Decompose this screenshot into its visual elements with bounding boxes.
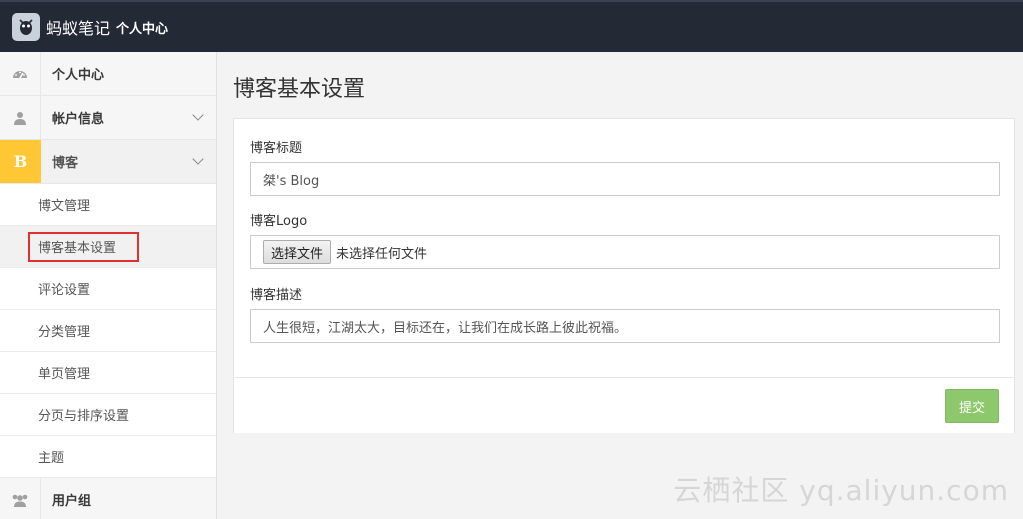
sidebar-subitem-paging[interactable]: 分页与排序设置: [0, 394, 216, 436]
blog-title-input[interactable]: 桀's Blog: [250, 162, 1000, 196]
sidebar-item-personal-center[interactable]: 个人中心: [0, 52, 216, 96]
sidebar-item-label: 帐户信息: [52, 112, 105, 127]
blog-b-icon: B: [0, 140, 41, 183]
dashboard-icon: [0, 52, 41, 95]
user-icon: [0, 96, 41, 139]
blog-title-value: 桀's Blog: [263, 173, 320, 189]
ant-logo-icon[interactable]: [12, 13, 40, 41]
header-subtitle: 个人中心: [116, 21, 169, 37]
sidebar-subitem-pages[interactable]: 单页管理: [0, 352, 216, 394]
blog-logo-group: 博客Logo 选择文件 未选择任何文件: [250, 210, 1000, 269]
file-status-text: 未选择任何文件: [336, 246, 428, 262]
sidebar-subitem-blog-settings[interactable]: 博客基本设置: [0, 226, 216, 268]
blog-logo-file-input[interactable]: 选择文件 未选择任何文件: [250, 235, 1000, 269]
sidebar-subitem-comments[interactable]: 评论设置: [0, 268, 216, 310]
sidebar-item-label: 用户组: [52, 494, 92, 509]
main-content: 博客基本设置 博客标题 桀's Blog 博客Logo 选择文件 未选择任何文件…: [218, 52, 1023, 519]
sidebar-item-account-info[interactable]: 帐户信息: [0, 96, 216, 140]
blog-desc-label: 博客描述: [250, 288, 303, 303]
red-highlight-box: [28, 232, 139, 262]
watermark: 云栖社区 yq.aliyun.com: [673, 474, 1009, 507]
sidebar-item-label: 个人中心: [52, 68, 105, 83]
chevron-down-icon: [192, 109, 204, 121]
brand-name[interactable]: 蚂蚁笔记: [46, 15, 110, 39]
blog-desc-group: 博客描述 人生很短，江湖太大，目标还在，让我们在成长路上彼此祝福。: [250, 284, 1000, 343]
choose-file-button[interactable]: 选择文件: [263, 240, 332, 264]
chevron-down-icon: [192, 153, 204, 165]
blog-title-label: 博客标题: [250, 141, 303, 156]
sidebar-item-label: 博客: [52, 156, 79, 171]
submit-button[interactable]: 提交: [945, 389, 999, 423]
sidebar-subitem-categories[interactable]: 分类管理: [0, 310, 216, 352]
blog-title-group: 博客标题 桀's Blog: [250, 137, 1000, 196]
panel-footer: 提交: [234, 377, 1014, 433]
blog-desc-input[interactable]: 人生很短，江湖太大，目标还在，让我们在成长路上彼此祝福。: [250, 309, 1000, 343]
sidebar-subitem-posts[interactable]: 博文管理: [0, 184, 216, 226]
blog-desc-value: 人生很短，江湖太大，目标还在，让我们在成长路上彼此祝福。: [263, 320, 628, 336]
users-icon: [0, 478, 41, 519]
page-title: 博客基本设置: [233, 77, 366, 102]
sidebar-subitem-theme[interactable]: 主题: [0, 436, 216, 478]
sidebar-item-blog[interactable]: B 博客: [0, 140, 216, 184]
sidebar-item-user-group[interactable]: 用户组: [0, 478, 216, 519]
blog-logo-label: 博客Logo: [250, 214, 308, 229]
settings-panel: 博客标题 桀's Blog 博客Logo 选择文件 未选择任何文件 博客描述 人…: [233, 118, 1015, 433]
sidebar: 个人中心 帐户信息 B 博客 博文管理 博客基本设置 评论设置 分类管理 单页管…: [0, 52, 217, 519]
top-navbar: 蚂蚁笔记 个人中心: [0, 0, 1023, 52]
